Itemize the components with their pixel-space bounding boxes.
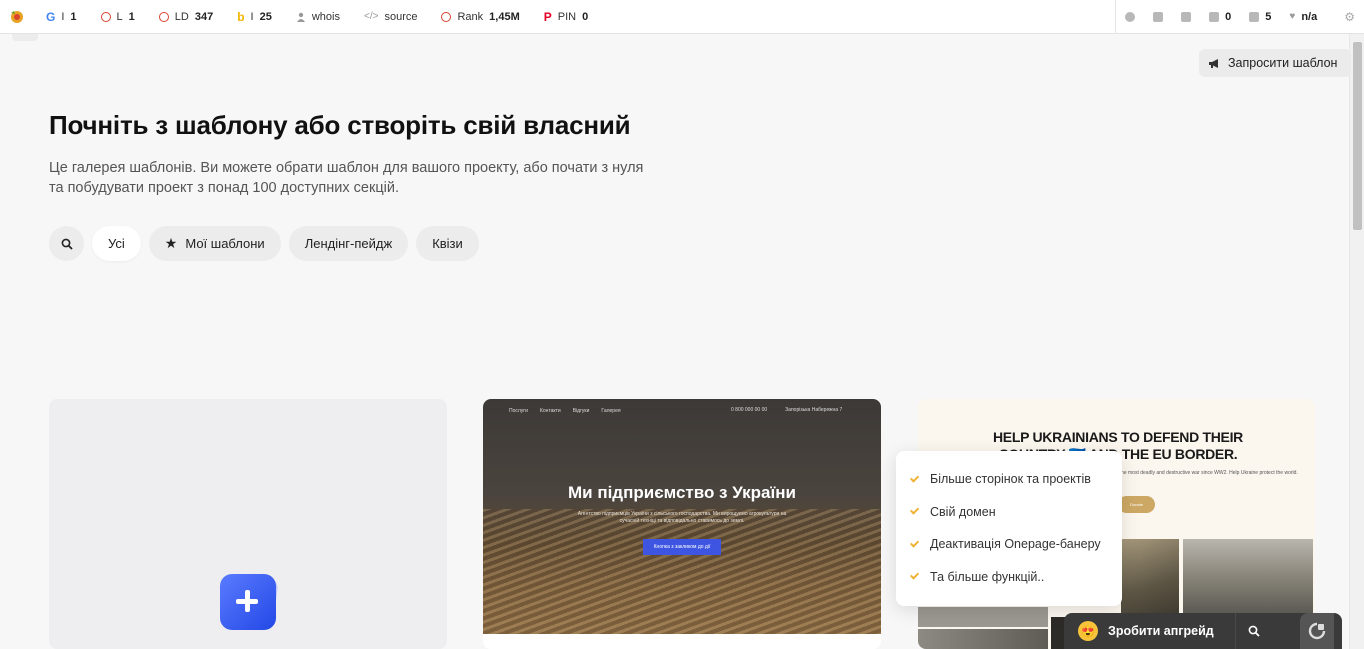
- heart-icon: ♥: [1289, 11, 1296, 22]
- filter-my-templates[interactable]: ★ Мої шаблони: [148, 226, 281, 261]
- search-icon: [1248, 625, 1260, 637]
- template-cta-button: Donate: [1118, 496, 1155, 513]
- seo-heart[interactable]: ♥ n/a: [1280, 11, 1326, 23]
- search-button[interactable]: [49, 226, 84, 261]
- new-project-plus-icon: [220, 574, 278, 630]
- filter-quizzes[interactable]: Квізи: [416, 226, 479, 261]
- user-icon: [296, 12, 305, 22]
- checklist-icon: [1249, 11, 1260, 22]
- seo-toolbar-right: 0 5 ♥ n/a ⚙: [1116, 10, 1364, 24]
- upgrade-bar: 😍 Зробити апгрейд: [1064, 613, 1342, 649]
- seo-toolbar: G I 1 L 1 LD 347 b I 25 whois </> source…: [0, 0, 1364, 34]
- seo-links[interactable]: L 1: [89, 11, 147, 23]
- seo-google-index[interactable]: G I 1: [34, 10, 89, 24]
- support-chat-button[interactable]: [1300, 613, 1334, 649]
- seo-linking-domains[interactable]: LD 347: [147, 11, 225, 23]
- filter-all[interactable]: Усі: [92, 226, 141, 261]
- upgrade-features-popover: Більше сторінок та проектів Свій домен Д…: [896, 451, 1122, 606]
- soldier-photo: [1121, 539, 1179, 614]
- megaphone-icon: [1209, 58, 1218, 68]
- check-icon: [909, 538, 920, 548]
- seo-source[interactable]: </> source: [352, 11, 430, 23]
- page-subtitle: Це галерея шаблонів. Ви можете обрати ша…: [49, 160, 644, 196]
- table-icon: [1181, 11, 1192, 22]
- feature-item: Деактивація Onepage-банеру: [909, 528, 1122, 561]
- feature-item: Більше сторінок та проектів: [909, 463, 1122, 496]
- feature-item: Та більше функцій..: [909, 561, 1122, 594]
- star-icon: ★: [164, 235, 178, 251]
- seo-pinterest[interactable]: P PIN 0: [532, 10, 600, 24]
- seo-checklist[interactable]: 5: [1240, 11, 1280, 23]
- template-footer: [483, 634, 881, 649]
- seo-settings[interactable]: ⚙: [1326, 10, 1364, 24]
- page-scrollbar[interactable]: [1349, 34, 1364, 649]
- feature-item: Свій домен: [909, 496, 1122, 529]
- ring-icon: [100, 11, 111, 22]
- seo-table[interactable]: [1172, 11, 1200, 22]
- monitor-icon: [1153, 11, 1164, 22]
- filter-landing-page[interactable]: Лендінг-пейдж: [288, 226, 409, 261]
- bing-icon: b: [237, 9, 245, 24]
- ring-icon: [158, 11, 169, 22]
- template-nav: Послуги Контакти Відгуки Галерея: [509, 408, 621, 414]
- template-filters: Усі ★ Мої шаблони Лендінг-пейдж Квізи: [49, 226, 479, 261]
- check-icon: [909, 473, 920, 483]
- scrollbar-thumb[interactable]: [1353, 42, 1362, 230]
- google-icon: G: [46, 9, 56, 24]
- template-preview-image: Послуги Контакти Відгуки Галерея 0 800 0…: [483, 399, 881, 634]
- template-contacts: 0 800 000 00 00 Запорізька Набережна 7: [731, 407, 843, 413]
- check-icon: [909, 505, 920, 515]
- page-title: Почніть з шаблону або створіть свій влас…: [49, 110, 631, 140]
- upgrade-bar-search-button[interactable]: [1235, 613, 1271, 649]
- external-link-icon: [1209, 11, 1220, 22]
- star-eyes-emoji-icon: 😍: [1078, 621, 1098, 641]
- ruins-photo: [918, 607, 1048, 627]
- building-photo: [918, 629, 1048, 649]
- template-text: The most deadly and destructive war sinc…: [1118, 470, 1298, 476]
- wheat-field-image: [483, 509, 881, 634]
- seo-whois[interactable]: whois: [284, 11, 352, 23]
- check-icon: [909, 570, 920, 580]
- seo-rank[interactable]: Rank 1,45M: [429, 11, 531, 23]
- destroyed-building-photo: [1183, 539, 1313, 614]
- seo-extension-logo-icon[interactable]: [0, 0, 34, 34]
- ring-icon: [441, 11, 452, 22]
- info-icon: [1125, 11, 1136, 22]
- chat-icon: [1308, 622, 1326, 640]
- seo-monitor[interactable]: [1144, 11, 1172, 22]
- template-text: Агентство підприємців України з сільсько…: [577, 511, 787, 524]
- top-tab-stub: [12, 34, 38, 41]
- gear-icon: ⚙: [1344, 9, 1355, 24]
- template-heading: Ми підприємство з України: [567, 483, 797, 502]
- search-icon: [61, 238, 73, 250]
- create-blank-project-card[interactable]: [49, 399, 447, 649]
- seo-bing-index[interactable]: b I 25: [225, 10, 284, 24]
- upgrade-button[interactable]: 😍 Зробити апгрейд: [1064, 613, 1235, 649]
- template-card-ukraine-enterprise[interactable]: Послуги Контакти Відгуки Галерея 0 800 0…: [483, 399, 881, 649]
- seo-info[interactable]: [1116, 11, 1144, 22]
- template-cta-button: Кнопка з закликом до дії: [643, 539, 721, 555]
- pinterest-icon: P: [543, 9, 552, 24]
- seo-external-links[interactable]: 0: [1200, 11, 1240, 23]
- code-icon: </>: [363, 11, 379, 22]
- request-template-button[interactable]: Запросити шаблон: [1199, 49, 1351, 77]
